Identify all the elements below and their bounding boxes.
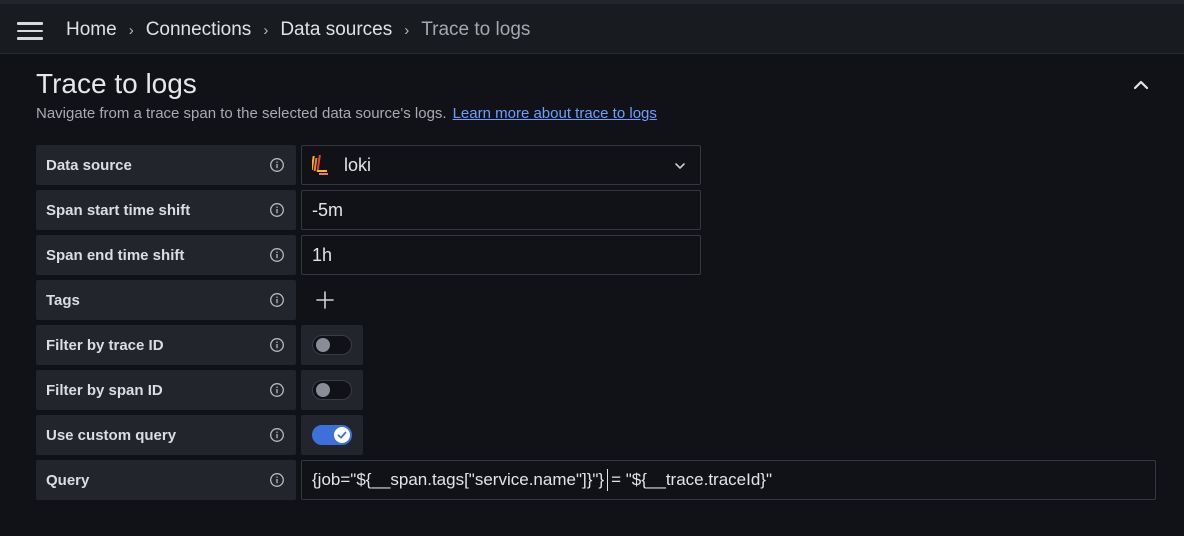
span-end-input[interactable]: 1h — [301, 235, 701, 275]
custom-query-toggle[interactable] — [312, 425, 352, 445]
filter-trace-row: Filter by trace ID — [36, 325, 1156, 365]
section-description: Navigate from a trace span to the select… — [36, 105, 657, 122]
span-start-input[interactable]: -5m — [301, 190, 701, 230]
info-icon[interactable] — [269, 472, 285, 488]
query-row: Query {job="${__span.tags["service.name"… — [36, 460, 1156, 500]
check-icon — [337, 431, 347, 439]
filter-trace-switch-box — [301, 325, 363, 365]
breadcrumb: Home › Connections › Data sources › Trac… — [66, 18, 530, 42]
span-end-value: 1h — [312, 244, 333, 265]
info-icon[interactable] — [269, 247, 285, 263]
breadcrumb-current: Trace to logs — [421, 19, 531, 40]
filter-span-toggle[interactable] — [312, 380, 352, 400]
info-icon[interactable] — [269, 202, 285, 218]
filter-span-label-text: Filter by span ID — [46, 381, 163, 399]
span-start-label-text: Span start time shift — [46, 201, 191, 219]
custom-query-label: Use custom query — [36, 415, 296, 455]
filter-trace-label-text: Filter by trace ID — [46, 336, 164, 354]
span-start-row: Span start time shift -5m — [36, 190, 1156, 230]
query-input[interactable]: {job="${__span.tags["service.name"]}"} = … — [301, 460, 1156, 500]
learn-more-link[interactable]: Learn more about trace to logs — [453, 105, 657, 122]
data-source-label: Data source — [36, 145, 296, 185]
span-start-value: -5m — [312, 199, 343, 220]
span-start-label: Span start time shift — [36, 190, 296, 230]
info-icon[interactable] — [269, 382, 285, 398]
data-source-value: loki — [344, 154, 372, 175]
info-icon[interactable] — [269, 427, 285, 443]
query-text-after: = "${__trace.traceId}" — [611, 470, 773, 489]
span-end-label: Span end time shift — [36, 235, 296, 275]
loki-logo-icon — [312, 155, 328, 175]
chevron-up-icon[interactable] — [1130, 74, 1152, 96]
chevron-down-icon — [675, 163, 685, 169]
info-icon[interactable] — [269, 337, 285, 353]
info-icon[interactable] — [269, 157, 285, 173]
text-cursor — [607, 469, 609, 491]
query-label-text: Query — [46, 471, 90, 489]
filter-span-label: Filter by span ID — [36, 370, 296, 410]
data-source-label-text: Data source — [46, 156, 132, 174]
description-text: Navigate from a trace span to the select… — [36, 105, 447, 122]
custom-query-switch-box — [301, 415, 363, 455]
query-label: Query — [36, 460, 296, 500]
data-source-select[interactable]: loki — [301, 145, 701, 185]
chevron-right-icon: › — [404, 21, 410, 39]
custom-query-label-text: Use custom query — [46, 426, 177, 444]
span-end-row: Span end time shift 1h — [36, 235, 1156, 275]
filter-trace-toggle[interactable] — [312, 335, 352, 355]
chevron-right-icon: › — [263, 21, 269, 39]
data-source-row: Data source loki — [36, 145, 1156, 185]
main-content: Trace to logs Navigate from a trace span… — [0, 54, 1184, 536]
filter-span-row: Filter by span ID — [36, 370, 1156, 410]
custom-query-row: Use custom query — [36, 415, 1156, 455]
info-icon[interactable] — [269, 292, 285, 308]
tags-row: Tags — [36, 280, 1156, 320]
query-text-before: {job="${__span.tags["service.name"]}"} — [312, 470, 605, 489]
section-title: Trace to logs — [36, 68, 197, 99]
span-end-label-text: Span end time shift — [46, 246, 185, 264]
breadcrumb-data-sources[interactable]: Data sources — [280, 19, 392, 41]
breadcrumb-connections[interactable]: Connections — [146, 19, 252, 41]
filter-span-switch-box — [301, 370, 363, 410]
breadcrumb-home[interactable]: Home — [66, 19, 117, 41]
menu-icon[interactable] — [17, 17, 45, 45]
top-nav-bar: Home › Connections › Data sources › Trac… — [0, 0, 1184, 54]
add-tag-plus-icon[interactable] — [313, 288, 337, 312]
filter-trace-label: Filter by trace ID — [36, 325, 296, 365]
tags-label: Tags — [36, 280, 296, 320]
tags-label-text: Tags — [46, 291, 80, 309]
chevron-right-icon: › — [128, 21, 134, 39]
